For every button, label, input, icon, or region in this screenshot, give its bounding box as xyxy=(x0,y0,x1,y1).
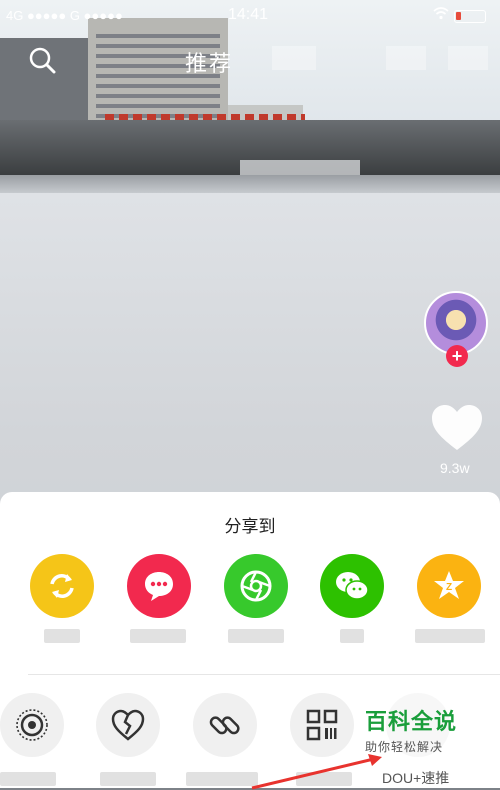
clock: 14:41 xyxy=(228,6,269,23)
qr-code-icon xyxy=(306,709,338,741)
blurred-tab xyxy=(272,46,316,70)
divider xyxy=(28,674,500,675)
follow-button[interactable]: + xyxy=(446,345,468,367)
qr-code-button[interactable] xyxy=(290,693,354,757)
video-shore xyxy=(0,175,500,193)
repost-button[interactable] xyxy=(30,554,94,618)
watermark-logo: 百科全说 助你轻松解决 xyxy=(365,704,457,755)
qzone-icon: Z xyxy=(434,571,464,599)
wechat-icon xyxy=(336,572,369,600)
blurred-tab xyxy=(386,46,426,70)
shutter-icon xyxy=(240,570,272,602)
svg-text:Z: Z xyxy=(446,582,452,593)
broken-heart-icon xyxy=(111,709,145,741)
battery-level xyxy=(456,12,461,20)
status-bar: 4G ●●●●● G ●●●●● 14:41 xyxy=(0,0,500,30)
action-label xyxy=(186,772,258,786)
share-target-label xyxy=(228,629,284,643)
message-icon xyxy=(145,572,173,601)
live-photo-icon xyxy=(16,709,48,741)
copy-link-button[interactable] xyxy=(193,693,257,757)
wifi-icon xyxy=(433,6,449,23)
share-sheet: 分享到 Z 百科全说 助你轻松解决 DOU+速推 xyxy=(0,492,500,790)
action-label xyxy=(100,772,156,786)
moments-button[interactable] xyxy=(224,554,288,618)
share-target-label xyxy=(415,629,485,643)
live-photo-button[interactable] xyxy=(0,693,64,757)
link-icon xyxy=(209,716,240,735)
like-count: 9.3w xyxy=(440,460,470,476)
qzone-button[interactable]: Z xyxy=(417,554,481,618)
share-target-label xyxy=(44,629,80,643)
heart-icon[interactable] xyxy=(430,403,484,453)
blurred-tab xyxy=(448,46,488,70)
share-sheet-title: 分享到 xyxy=(224,517,276,536)
share-target-label xyxy=(340,629,364,643)
tab-recommend[interactable]: 推荐 xyxy=(185,46,233,78)
carrier-signal: 4G ●●●●● G ●●●●● xyxy=(6,8,123,23)
share-message-button[interactable] xyxy=(127,554,191,618)
dou-plus-label: DOU+速推 xyxy=(382,770,450,786)
action-label xyxy=(0,772,56,786)
wechat-button[interactable] xyxy=(320,554,384,618)
search-icon[interactable] xyxy=(28,46,56,74)
not-interested-button[interactable] xyxy=(96,693,160,757)
repost-icon xyxy=(50,574,74,598)
watermark-title: 百科全说 xyxy=(365,709,458,734)
share-target-label xyxy=(130,629,186,643)
battery-icon xyxy=(454,10,486,23)
annotation-arrow xyxy=(251,754,382,790)
